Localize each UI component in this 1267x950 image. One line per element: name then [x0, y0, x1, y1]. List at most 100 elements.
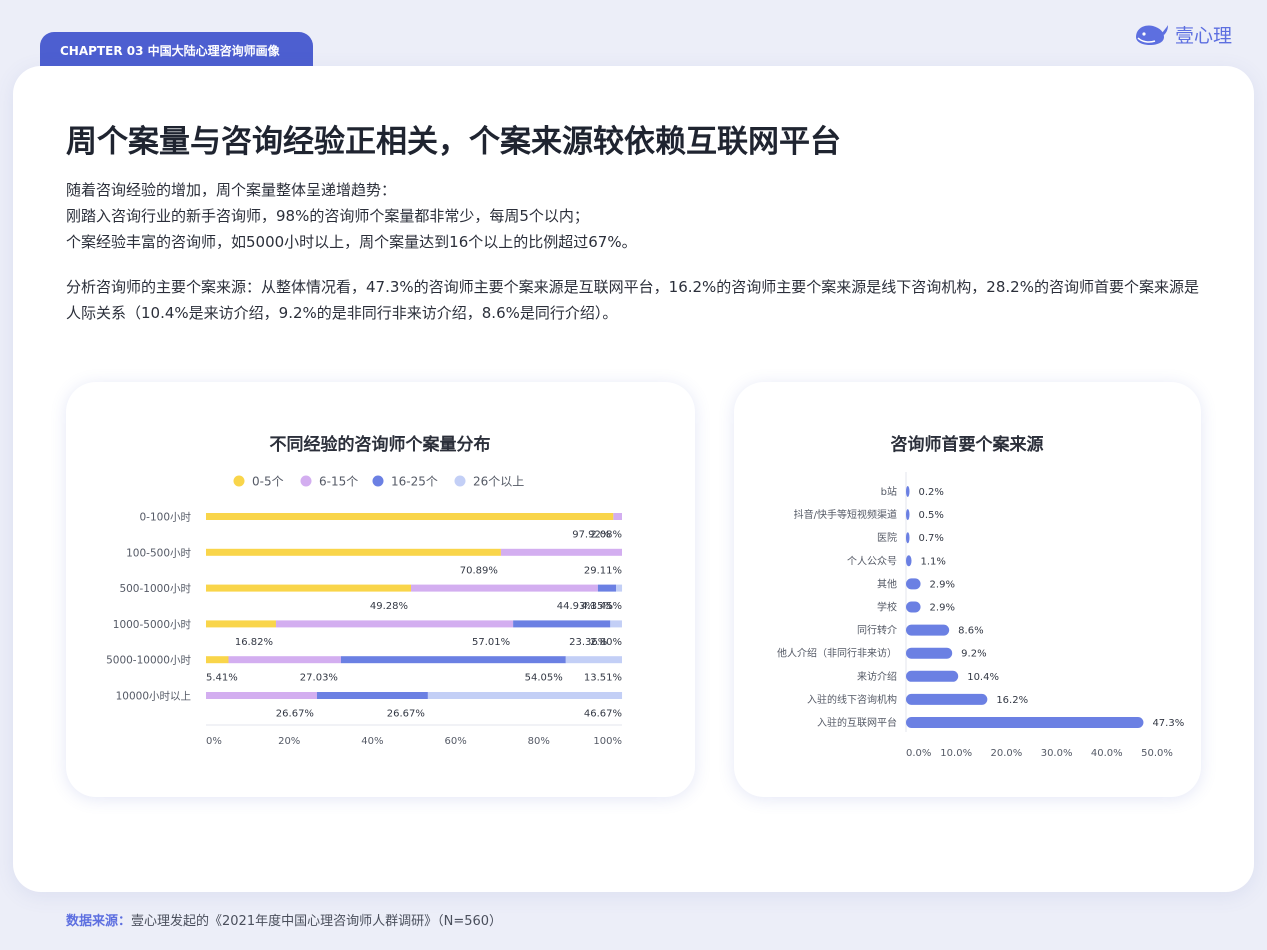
- data-label: 27.03%: [300, 673, 338, 684]
- bar-segment: [513, 620, 611, 628]
- bar-segment: [565, 656, 622, 664]
- whale-icon: [1136, 25, 1168, 45]
- x-tick-label: 0.0%: [906, 748, 931, 759]
- legend-label: 0-5个: [252, 475, 284, 489]
- bar-segment: [616, 584, 623, 592]
- x-tick-label: 50.0%: [1141, 748, 1173, 759]
- data-label: 1.45%: [590, 601, 622, 612]
- data-label: 29.11%: [584, 565, 622, 576]
- category-label: 10000小时以上: [116, 691, 191, 703]
- data-label: 8.6%: [958, 626, 983, 637]
- bar-segment: [206, 692, 317, 699]
- x-tick-label: 40%: [361, 736, 383, 747]
- bar-segment: [613, 513, 622, 520]
- category-label: 入驻的互联网平台: [817, 716, 897, 729]
- intro-text: 随着咨询经验的增加，周个案量整体呈递增趋势： 刚踏入咨询行业的新手咨询师，98%…: [66, 177, 637, 255]
- category-label: 入驻的线下咨询机构: [807, 693, 897, 706]
- bar: [906, 486, 910, 497]
- intro-line: 随着咨询经验的增加，周个案量整体呈递增趋势：: [66, 181, 397, 199]
- experience-stacked-bar-chart: 不同经验的咨询师个案量分布 0-5个 6-15个 16-25个 26个以上 0-100小时…: [106, 434, 623, 747]
- legend-label: 16-25个: [391, 475, 438, 489]
- data-label: 54.05%: [525, 673, 563, 684]
- data-label: 2.08%: [590, 530, 622, 541]
- bar: [906, 509, 910, 521]
- bar-segment: [206, 620, 276, 628]
- data-label: 13.51%: [584, 673, 622, 684]
- bar-segment: [228, 656, 341, 664]
- bar-segment: [427, 692, 623, 699]
- category-label: b站: [881, 485, 897, 498]
- data-label: 46.67%: [584, 709, 622, 720]
- bar: [906, 693, 988, 705]
- bar: [906, 578, 921, 590]
- data-source: 数据来源：壹心理发起的《2021年度中国心理咨询师人群调研》（N=560）: [66, 910, 502, 929]
- bar-segment: [610, 620, 622, 628]
- x-tick-label: 60%: [444, 736, 466, 747]
- x-tick-label: 20%: [278, 736, 300, 747]
- bar-segment: [206, 513, 614, 520]
- category-label: 同行转介: [857, 624, 897, 637]
- bar: [906, 624, 950, 636]
- category-label: 医院: [877, 531, 897, 544]
- bar-segment: [340, 656, 566, 664]
- category-label: 个人公众号: [847, 555, 897, 567]
- bar: [906, 647, 953, 659]
- data-source-text: 壹心理发起的《2021年度中国心理咨询师人群调研》（N=560）: [131, 914, 503, 929]
- data-label: 2.9%: [930, 579, 955, 590]
- brand-name: 壹心理: [1175, 24, 1233, 47]
- data-label: 2.80%: [590, 637, 622, 648]
- data-label: 9.2%: [961, 649, 986, 660]
- bar: [906, 717, 1144, 728]
- x-tick-label: 30.0%: [1041, 748, 1073, 759]
- bar-segment: [275, 620, 514, 628]
- bar-segment: [206, 656, 229, 664]
- intro-line: 个案经验丰富的咨询师，如5000小时以上，周个案量达到16个以上的比例超过67%…: [66, 233, 637, 251]
- category-label: 抖音/快手等短视频渠道: [794, 508, 897, 521]
- category-label: 来访介绍: [857, 670, 897, 683]
- data-label: 1.1%: [921, 556, 946, 567]
- category-label: 其他: [877, 577, 897, 590]
- bar-segment: [597, 584, 617, 592]
- bar: [906, 601, 921, 613]
- source-chart-panel: 咨询师首要个案来源 b站 0.2% 抖音/快手等短视频渠道 0.5% 医院 0.7% 个人公众…: [734, 382, 1201, 797]
- page-title: 周个案量与咨询经验正相关，个案来源较依赖互联网平台: [66, 124, 841, 160]
- legend-marker: [300, 475, 312, 487]
- category-label: 500-1000小时: [119, 583, 191, 595]
- data-label: 0.7%: [919, 533, 944, 544]
- data-label: 26.67%: [387, 709, 425, 720]
- data-label: 16.82%: [235, 637, 273, 648]
- data-label: 70.89%: [460, 565, 498, 576]
- data-label: 26.67%: [276, 709, 314, 720]
- bar-segment: [206, 584, 412, 592]
- legend-marker: [454, 475, 466, 487]
- data-label: 2.9%: [930, 603, 955, 614]
- data-label: 0.2%: [919, 487, 944, 498]
- category-label: 0-100小时: [139, 512, 191, 524]
- data-source-label: 数据来源：: [66, 914, 132, 929]
- data-label: 49.28%: [370, 601, 408, 612]
- category-label: 1000-5000小时: [113, 619, 192, 631]
- legend-label: 26个以上: [473, 475, 524, 489]
- x-tick-label: 100%: [593, 736, 622, 747]
- intro-line: 刚踏入咨询行业的新手咨询师，98%的咨询师个案量都非常少，每周5个以内；: [66, 207, 589, 225]
- chart-title: 咨询师首要个案来源: [891, 434, 1044, 455]
- data-label: 0.5%: [919, 510, 944, 521]
- bar: [906, 532, 910, 544]
- bar-segment: [206, 548, 501, 556]
- brand-logo: 壹心理: [1133, 18, 1232, 50]
- category-label: 100-500小时: [126, 547, 191, 559]
- experience-chart-panel: 不同经验的咨询师个案量分布 0-5个 6-15个 16-25个 26个以上 0-100小时…: [66, 382, 695, 797]
- x-tick-label: 0%: [206, 736, 222, 747]
- category-label: 5000-10000小时: [106, 655, 191, 667]
- category-label: 他人介绍（非同行非来访）: [777, 647, 897, 660]
- category-label: 学校: [877, 601, 897, 614]
- bar-segment: [500, 548, 622, 556]
- data-label: 10.4%: [967, 672, 999, 683]
- data-label: 57.01%: [472, 637, 510, 648]
- bar-segment: [316, 692, 428, 699]
- source-bar-chart: 咨询师首要个案来源 b站 0.2% 抖音/快手等短视频渠道 0.5% 医院 0.7% 个人公众…: [777, 434, 1184, 759]
- x-tick-label: 40.0%: [1091, 748, 1123, 759]
- chart-title: 不同经验的咨询师个案量分布: [270, 434, 491, 455]
- bar: [906, 555, 912, 567]
- data-label: 5.41%: [206, 673, 238, 684]
